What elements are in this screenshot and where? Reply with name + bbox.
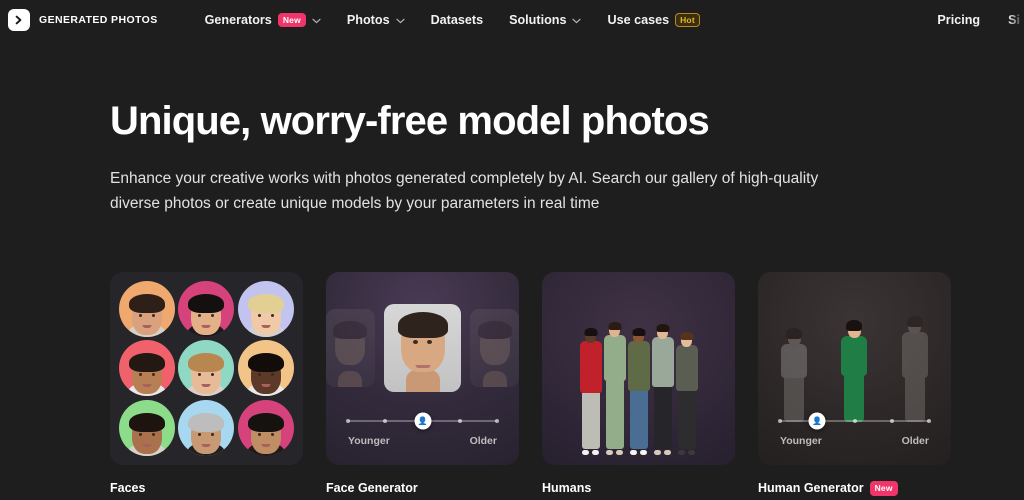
nav-item-generators[interactable]: Generators New bbox=[204, 12, 321, 28]
badge-new: New bbox=[869, 481, 898, 496]
nav-item-photos[interactable]: Photos bbox=[347, 13, 405, 27]
card-faces: Faces bbox=[110, 272, 303, 496]
card-face-generator-thumbnail[interactable]: 👤 Younger Older bbox=[326, 272, 519, 465]
nav-item-label: Datasets bbox=[430, 13, 484, 27]
avatar bbox=[118, 340, 175, 397]
badge-hot: Hot bbox=[675, 12, 700, 28]
nav-item-solutions[interactable]: Solutions bbox=[509, 13, 582, 27]
face-avatar-cell bbox=[178, 399, 236, 457]
human-figure bbox=[627, 328, 650, 455]
nav-item-datasets[interactable]: Datasets bbox=[431, 13, 484, 27]
slider-handle[interactable]: 👤 bbox=[414, 412, 431, 430]
nav-item-label: Generators bbox=[204, 13, 272, 27]
face-thumb-next bbox=[470, 309, 519, 387]
face-avatar-cell bbox=[237, 399, 295, 457]
age-slider-human-generator[interactable]: 👤 Younger Older bbox=[778, 412, 931, 447]
face-avatar-cell bbox=[178, 280, 236, 338]
slider-tick bbox=[927, 419, 931, 423]
nav-item-pricing[interactable]: Pricing bbox=[937, 13, 980, 27]
slider-tick bbox=[778, 419, 782, 423]
card-label: Faces bbox=[110, 481, 146, 495]
nav-item-label: Photos bbox=[346, 13, 390, 27]
card-human-generator-thumbnail[interactable]: 👤 Younger Older bbox=[758, 272, 951, 465]
chevron-down-icon bbox=[572, 13, 582, 27]
face-avatar-cell bbox=[237, 280, 295, 338]
slider-labels: Younger Older bbox=[348, 435, 497, 447]
brand-name: GENERATED PHOTOS bbox=[39, 14, 158, 26]
slider-max-label: Older bbox=[901, 435, 929, 447]
card-humans-thumbnail[interactable] bbox=[542, 272, 735, 465]
avatar bbox=[238, 340, 295, 397]
human-figure bbox=[579, 328, 602, 455]
human-generator-figure bbox=[781, 328, 808, 422]
face-avatar-cell bbox=[118, 399, 176, 457]
slider-tick bbox=[852, 419, 857, 423]
slider-tick bbox=[495, 419, 499, 423]
avatar bbox=[238, 280, 295, 337]
slider-min-label: Younger bbox=[780, 435, 822, 447]
nav-right-group: Pricing Si bbox=[937, 0, 1024, 40]
hero-section: Unique, worry-free model photos Enhance … bbox=[0, 40, 1024, 216]
nav-links: Generators New Photos Datasets Solutions… bbox=[204, 12, 700, 28]
avatar bbox=[178, 280, 235, 337]
face-avatar-cell bbox=[118, 340, 176, 398]
face-thumb-active bbox=[383, 304, 462, 392]
nav-item-sign-in[interactable]: Si bbox=[1008, 13, 1020, 27]
human-generator-figure-row bbox=[764, 294, 945, 422]
slider-labels: Younger Older bbox=[780, 435, 929, 447]
card-face-generator-label-row: Face Generator bbox=[326, 481, 519, 495]
top-navigation-bar: GENERATED PHOTOS Generators New Photos D… bbox=[0, 0, 1024, 40]
face-avatar-cell bbox=[237, 340, 295, 398]
slider-min-label: Younger bbox=[348, 435, 390, 447]
card-label: Face Generator bbox=[326, 481, 418, 495]
card-human-generator: 👤 Younger Older Human Generator New bbox=[758, 272, 951, 496]
chevron-right-logo-icon bbox=[8, 9, 30, 31]
human-figure bbox=[675, 332, 698, 455]
age-slider-face-generator[interactable]: 👤 Younger Older bbox=[346, 412, 499, 447]
slider-handle[interactable]: 👤 bbox=[808, 412, 826, 430]
slider-tick bbox=[383, 419, 388, 423]
hero-subtitle: Enhance your creative works with photos … bbox=[110, 170, 819, 212]
product-card-list: Faces 👤 Younger Older Face Generator Hum… bbox=[110, 272, 951, 496]
brand-logo[interactable]: GENERATED PHOTOS bbox=[8, 9, 158, 31]
avatar bbox=[118, 400, 175, 457]
face-handle-icon: 👤 bbox=[417, 416, 428, 425]
avatar bbox=[118, 280, 175, 337]
card-faces-thumbnail[interactable] bbox=[110, 272, 303, 465]
card-face-generator: 👤 Younger Older Face Generator bbox=[326, 272, 519, 496]
card-label: Humans bbox=[542, 481, 592, 495]
human-figure bbox=[651, 324, 674, 455]
face-avatar-grid bbox=[118, 280, 295, 457]
face-handle-icon: 👤 bbox=[812, 416, 823, 425]
slider-track[interactable]: 👤 bbox=[346, 412, 499, 430]
chevron-down-icon bbox=[312, 13, 321, 27]
slider-tick bbox=[889, 419, 894, 423]
slider-track[interactable]: 👤 bbox=[778, 412, 931, 430]
badge-new: New bbox=[277, 12, 306, 28]
humans-figure-row bbox=[550, 322, 727, 455]
nav-item-label: Solutions bbox=[509, 13, 567, 27]
card-faces-label-row: Faces bbox=[110, 481, 303, 495]
avatar bbox=[178, 340, 235, 397]
page-title: Unique, worry-free model photos bbox=[110, 99, 710, 143]
avatar bbox=[238, 400, 295, 457]
slider-tick bbox=[457, 419, 462, 423]
card-label: Human Generator bbox=[758, 481, 864, 496]
face-thumb-prev bbox=[326, 309, 375, 387]
nav-item-label: Use cases bbox=[607, 13, 670, 27]
face-avatar-cell bbox=[178, 340, 236, 398]
card-human-generator-label-row: Human Generator New bbox=[758, 481, 951, 496]
card-humans: Humans bbox=[542, 272, 735, 496]
avatar bbox=[178, 400, 235, 457]
face-avatar-cell bbox=[118, 280, 176, 338]
slider-tick bbox=[346, 419, 350, 423]
human-figure bbox=[603, 322, 626, 455]
slider-max-label: Older bbox=[469, 435, 497, 447]
chevron-down-icon bbox=[395, 13, 405, 27]
face-carousel bbox=[326, 304, 519, 392]
human-generator-figure bbox=[901, 316, 928, 422]
nav-item-use-cases[interactable]: Use cases Hot bbox=[607, 12, 700, 28]
card-humans-label-row: Humans bbox=[542, 481, 735, 495]
human-generator-figure bbox=[841, 320, 868, 422]
